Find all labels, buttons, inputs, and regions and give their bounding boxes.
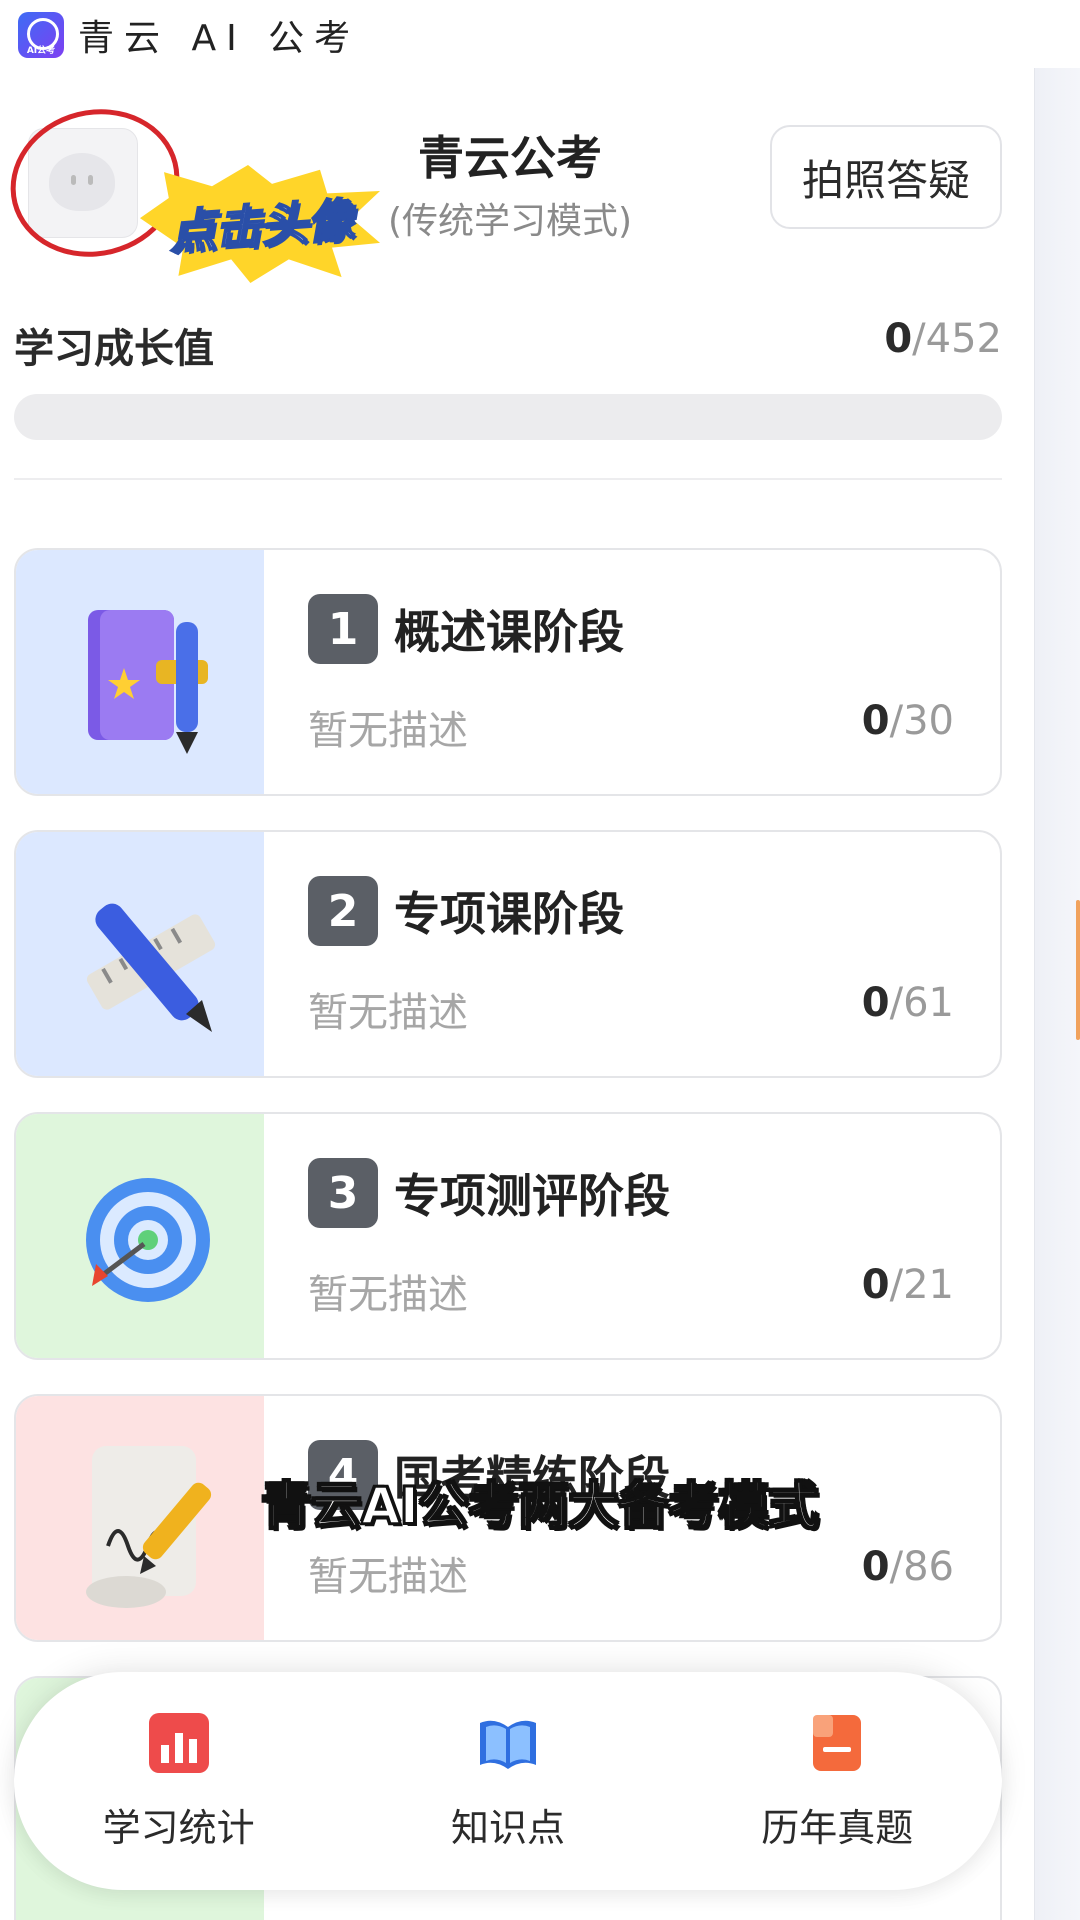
growth-progress-bar <box>14 394 1002 440</box>
nav-label: 历年真题 <box>761 1805 914 1850</box>
stage-title: 专项测评阶段 <box>394 1169 670 1223</box>
stage-description: 暂无描述 <box>308 708 468 754</box>
stage-description: 暂无描述 <box>308 990 468 1036</box>
app-watermark: AI公考 青云 AI 公考 <box>18 12 361 59</box>
nav-study-stats[interactable]: 学习统计 <box>49 1711 309 1852</box>
divider <box>14 478 1002 480</box>
stage-thumb <box>16 1114 264 1358</box>
growth-value: 0/452 <box>884 316 1002 362</box>
stage-description: 暂无描述 <box>308 1554 468 1600</box>
app-logo-icon: AI公考 <box>18 12 64 58</box>
adjacent-panel-tab <box>1076 900 1080 1040</box>
nav-label: 学习统计 <box>102 1805 255 1850</box>
app-logo-text: AI公考 <box>26 46 56 56</box>
stage-number-badge: 2 <box>308 876 378 946</box>
stage-thumb <box>16 832 264 1076</box>
book-icon <box>88 610 208 754</box>
stage-title: 概述课阶段 <box>394 605 624 659</box>
growth-label: 学习成长值 <box>14 326 214 372</box>
stage-progress: 0/30 <box>861 698 954 744</box>
stage-progress: 0/61 <box>861 980 954 1026</box>
stage-number-badge: 3 <box>308 1158 378 1228</box>
bottom-nav: 学习统计 知识点 历年真题 <box>14 1672 1002 1890</box>
stage-title: 专项课阶段 <box>394 887 624 941</box>
photo-question-button[interactable]: 拍照答疑 <box>770 125 1002 229</box>
nav-label: 知识点 <box>450 1805 565 1850</box>
adjacent-panel-edge <box>1034 68 1080 1920</box>
target-icon <box>86 1178 210 1302</box>
nav-knowledge-points[interactable]: 知识点 <box>378 1711 638 1852</box>
stage-progress: 0/21 <box>861 1262 954 1308</box>
page-subtitle: (传统学习模式) <box>387 201 633 242</box>
stage-progress: 0/86 <box>861 1544 954 1590</box>
video-caption: 青云AI公考两大备考模式 <box>260 1476 819 1536</box>
pen-ruler-icon <box>86 903 216 1032</box>
open-book-icon <box>476 1711 540 1775</box>
stage-number-badge: 1 <box>308 594 378 664</box>
stage-card-1[interactable]: 1 概述课阶段 暂无描述 0/30 <box>14 548 1002 796</box>
stage-card-3[interactable]: 3 专项测评阶段 暂无描述 0/21 <box>14 1112 1002 1360</box>
watermark-text: 青云 AI 公考 <box>78 18 361 59</box>
stage-card-2[interactable]: 2 专项课阶段 暂无描述 0/61 <box>14 830 1002 1078</box>
notebook-icon <box>805 1711 869 1775</box>
bar-chart-icon <box>147 1711 211 1775</box>
stage-description: 暂无描述 <box>308 1272 468 1318</box>
nav-past-exams[interactable]: 历年真题 <box>707 1711 967 1852</box>
stage-thumb <box>16 550 264 794</box>
page-title: 青云公考 <box>418 131 602 185</box>
